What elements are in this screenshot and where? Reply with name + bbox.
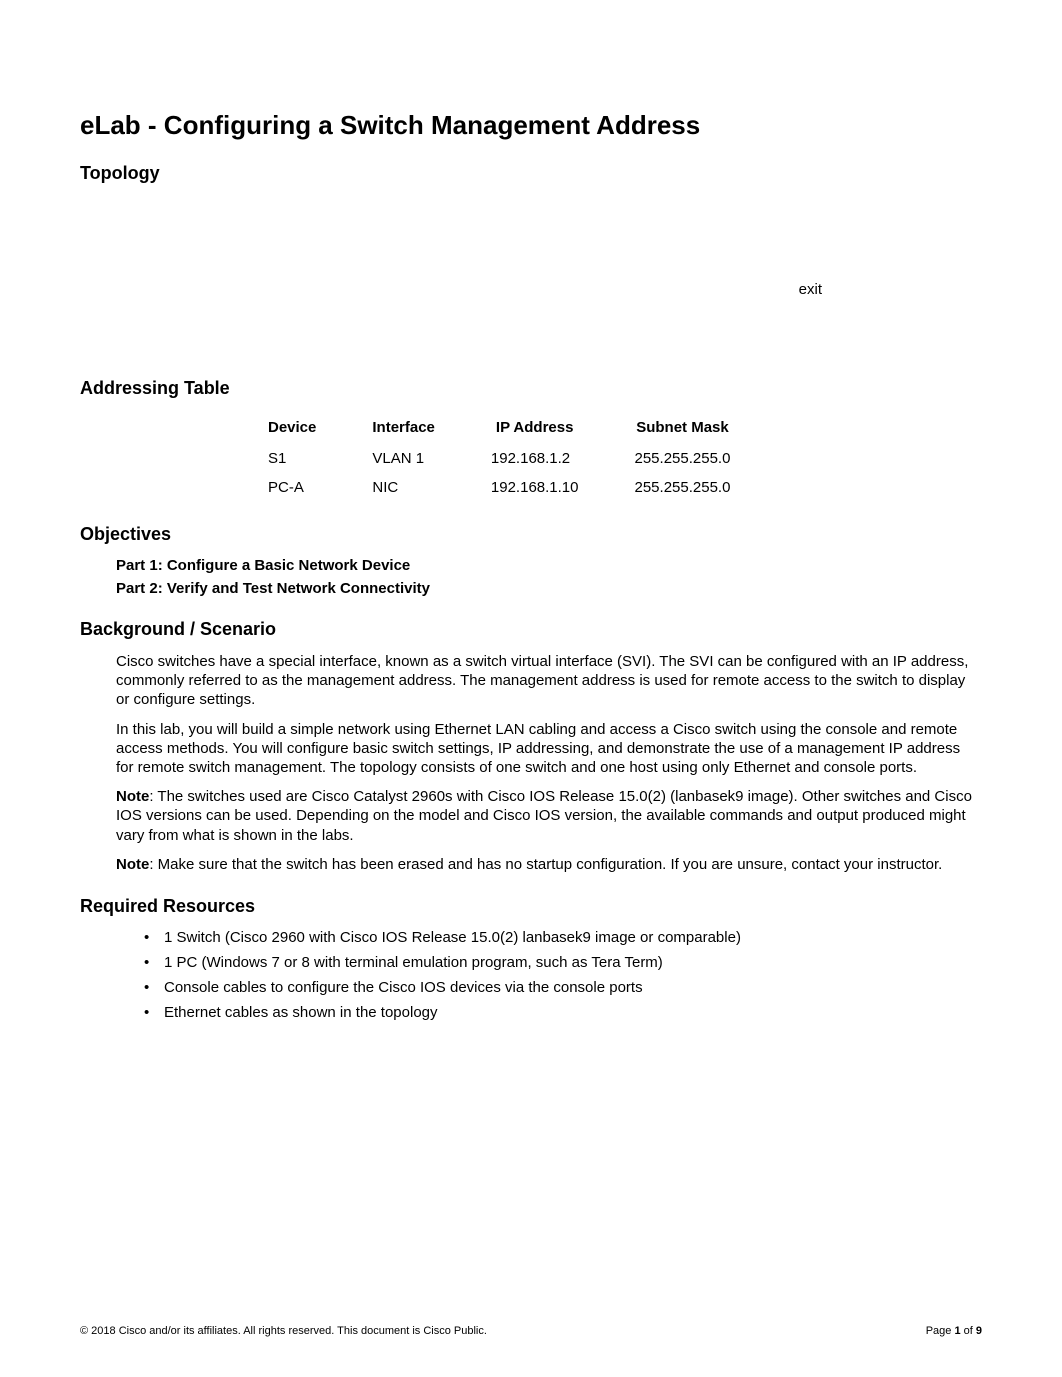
copyright-text: © 2018 Cisco and/or its affiliates. All …: [80, 1325, 487, 1337]
cell-interface: VLAN 1: [344, 444, 463, 473]
note-text: : The switches used are Cisco Catalyst 2…: [116, 788, 972, 843]
resource-item: 1 Switch (Cisco 2960 with Cisco IOS Rele…: [144, 929, 982, 946]
background-paragraph: Note: Make sure that the switch has been…: [116, 855, 980, 874]
resource-item: Console cables to configure the Cisco IO…: [144, 979, 982, 996]
note-prefix: Note: [116, 856, 149, 873]
background-heading: Background / Scenario: [80, 619, 982, 640]
col-device: Device: [240, 411, 344, 444]
cell-interface: NIC: [344, 473, 463, 502]
col-ip-address: IP Address: [463, 411, 607, 444]
topology-exit-text: exit: [799, 281, 822, 298]
col-interface: Interface: [344, 411, 463, 444]
background-body: Cisco switches have a special interface,…: [80, 652, 982, 874]
cell-mask: 255.255.255.0: [607, 473, 759, 502]
note-prefix: Note: [116, 788, 149, 805]
addressing-table-heading: Addressing Table: [80, 378, 982, 399]
document-title: eLab - Configuring a Switch Management A…: [80, 110, 982, 141]
topology-heading: Topology: [80, 163, 982, 184]
table-row: PC-A NIC 192.168.1.10 255.255.255.0: [240, 473, 758, 502]
addressing-table: Device Interface IP Address Subnet Mask …: [240, 411, 758, 502]
cell-device: PC-A: [240, 473, 344, 502]
page-prefix: Page: [926, 1325, 955, 1337]
topology-diagram-area: exit: [80, 196, 982, 356]
cell-ip: 192.168.1.10: [463, 473, 607, 502]
page-footer: © 2018 Cisco and/or its affiliates. All …: [80, 1325, 982, 1337]
objective-item: Part 1: Configure a Basic Network Device: [116, 557, 982, 574]
background-paragraph: Cisco switches have a special interface,…: [116, 652, 980, 710]
table-row: S1 VLAN 1 192.168.1.2 255.255.255.0: [240, 444, 758, 473]
table-header-row: Device Interface IP Address Subnet Mask: [240, 411, 758, 444]
page-of: of: [961, 1325, 976, 1337]
cell-mask: 255.255.255.0: [607, 444, 759, 473]
page-total: 9: [976, 1325, 982, 1337]
col-subnet-mask: Subnet Mask: [607, 411, 759, 444]
resources-heading: Required Resources: [80, 896, 982, 917]
cell-ip: 192.168.1.2: [463, 444, 607, 473]
note-text: : Make sure that the switch has been era…: [149, 856, 942, 873]
background-paragraph: In this lab, you will build a simple net…: [116, 720, 980, 778]
objectives-heading: Objectives: [80, 524, 982, 545]
background-paragraph: Note: The switches used are Cisco Cataly…: [116, 787, 980, 845]
resources-list: 1 Switch (Cisco 2960 with Cisco IOS Rele…: [80, 929, 982, 1021]
page-number: Page 1 of 9: [926, 1325, 982, 1337]
cell-device: S1: [240, 444, 344, 473]
objectives-block: Part 1: Configure a Basic Network Device…: [80, 557, 982, 597]
objective-item: Part 2: Verify and Test Network Connecti…: [116, 580, 982, 597]
resource-item: Ethernet cables as shown in the topology: [144, 1004, 982, 1021]
resource-item: 1 PC (Windows 7 or 8 with terminal emula…: [144, 954, 982, 971]
